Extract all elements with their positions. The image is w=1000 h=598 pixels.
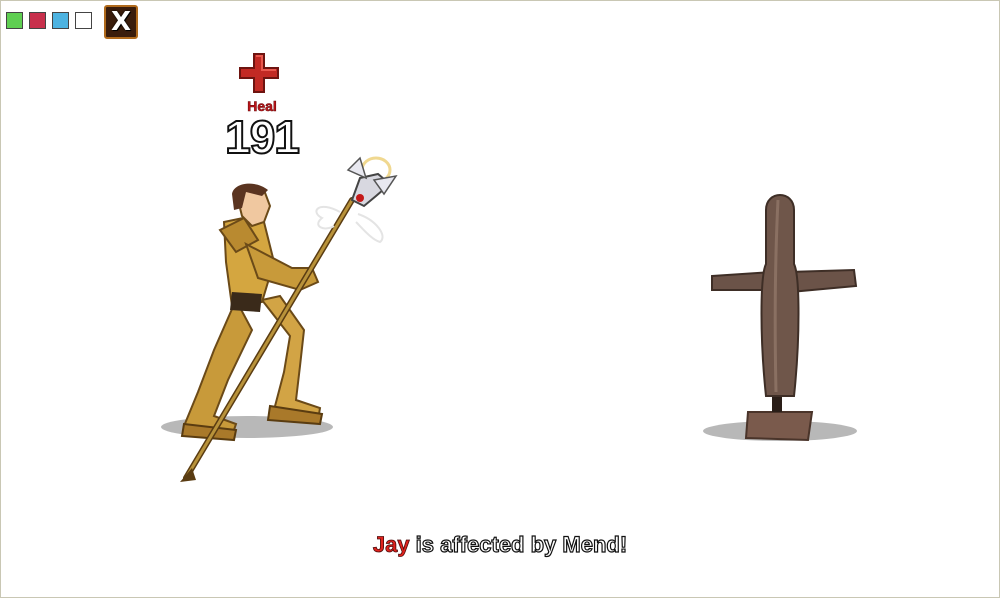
combat-message: Jay is affected by Mend! <box>0 531 1000 558</box>
training-dummy[interactable] <box>711 194 858 442</box>
battle-scene <box>161 156 858 482</box>
message-text: is affected by Mend! <box>409 531 628 557</box>
message-name: Jay <box>372 532 410 558</box>
player-character[interactable] <box>180 183 324 442</box>
